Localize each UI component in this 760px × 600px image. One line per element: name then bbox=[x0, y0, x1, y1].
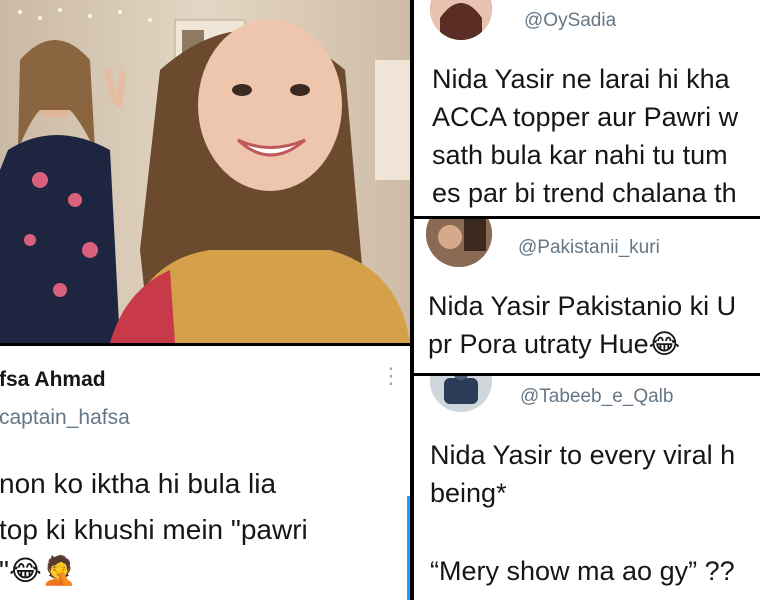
more-options-icon[interactable]: ⋮ bbox=[380, 365, 402, 387]
avatar[interactable] bbox=[426, 219, 492, 267]
tweet-text-line: "😂🤦 bbox=[0, 554, 77, 587]
avatar[interactable] bbox=[430, 376, 492, 412]
tweet-text-line: Nida Yasir to every viral h bbox=[430, 440, 736, 470]
tweet-text-line: “Mery show ma ao gy” ?? bbox=[430, 556, 735, 586]
tweet-author-handle[interactable]: @Pakistanii_kuri bbox=[518, 237, 660, 259]
tweet-author-handle[interactable]: captain_hafsa bbox=[0, 406, 130, 430]
tweet-text-line: pr Pora utraty Hue😂 bbox=[428, 329, 681, 360]
tweet-card-right-1: @OySadia Nida Yasir ne larai hi kha ACCA… bbox=[414, 0, 760, 216]
tweet-author-name[interactable]: fsa Ahmad bbox=[0, 368, 106, 392]
tweet-text-line: top ki khushi mein "pawri bbox=[0, 514, 308, 545]
tweet-text-line: non ko iktha hi bula lia bbox=[0, 468, 277, 499]
tweet-text-line: sath bula kar nahi tu tum bbox=[432, 140, 728, 170]
tweet-text-line: es par bi trend chalana th bbox=[432, 178, 737, 208]
tweet-text-line: being* bbox=[430, 478, 507, 508]
tweet-card-right-3: @Tabeeb_e_Qalb Nida Yasir to every viral… bbox=[414, 376, 760, 600]
laughing-facepalm-emoji: 😂🤦 bbox=[8, 554, 77, 587]
laughing-emoji: 😂 bbox=[648, 329, 681, 360]
tweet-text-line: ACCA topper aur Pawri w bbox=[432, 102, 739, 132]
tweet-card-right-2: @Pakistanii_kuri Nida Yasir Pakistanio k… bbox=[414, 219, 760, 373]
tweet-text-line: Nida Yasir Pakistanio ki U bbox=[428, 291, 737, 321]
tweet-author-handle[interactable]: @OySadia bbox=[524, 10, 616, 32]
avatar[interactable] bbox=[430, 0, 492, 40]
photo-illustration bbox=[0, 0, 410, 343]
scroll-indicator bbox=[407, 496, 410, 600]
tweet-text-line: Nida Yasir ne larai hi kha bbox=[432, 64, 730, 94]
tweet-author-handle[interactable]: @Tabeeb_e_Qalb bbox=[520, 386, 673, 408]
photo-panel bbox=[0, 0, 410, 343]
tweet-card-left: fsa Ahmad captain_hafsa ⋮ non ko iktha h… bbox=[0, 346, 410, 600]
